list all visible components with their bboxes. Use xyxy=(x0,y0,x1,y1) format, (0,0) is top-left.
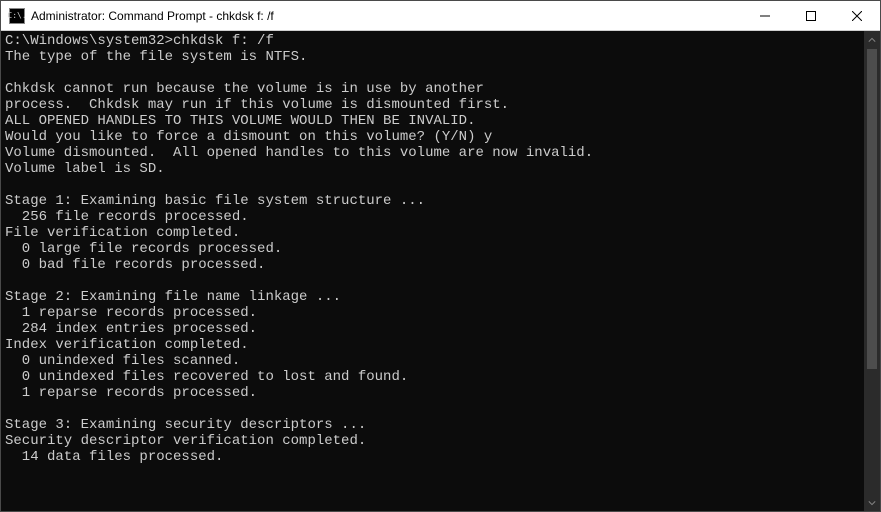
console-area: C:\Windows\system32>chkdsk f: /f The typ… xyxy=(1,31,880,511)
maximize-button[interactable] xyxy=(788,1,834,30)
chevron-up-icon xyxy=(868,36,876,44)
close-button[interactable] xyxy=(834,1,880,30)
maximize-icon xyxy=(806,11,816,21)
command-prompt-window: C:\. Administrator: Command Prompt - chk… xyxy=(0,0,881,512)
chevron-down-icon xyxy=(868,499,876,507)
cmd-icon: C:\. xyxy=(9,8,25,24)
window-title: Administrator: Command Prompt - chkdsk f… xyxy=(31,9,742,23)
scroll-down-button[interactable] xyxy=(864,494,880,511)
console-output[interactable]: C:\Windows\system32>chkdsk f: /f The typ… xyxy=(1,31,864,511)
close-icon xyxy=(852,11,862,21)
minimize-button[interactable] xyxy=(742,1,788,30)
vertical-scrollbar[interactable] xyxy=(864,31,880,511)
scroll-up-button[interactable] xyxy=(864,31,880,48)
titlebar[interactable]: C:\. Administrator: Command Prompt - chk… xyxy=(1,1,880,31)
scroll-thumb[interactable] xyxy=(867,49,877,369)
minimize-icon xyxy=(760,11,770,21)
window-controls xyxy=(742,1,880,30)
